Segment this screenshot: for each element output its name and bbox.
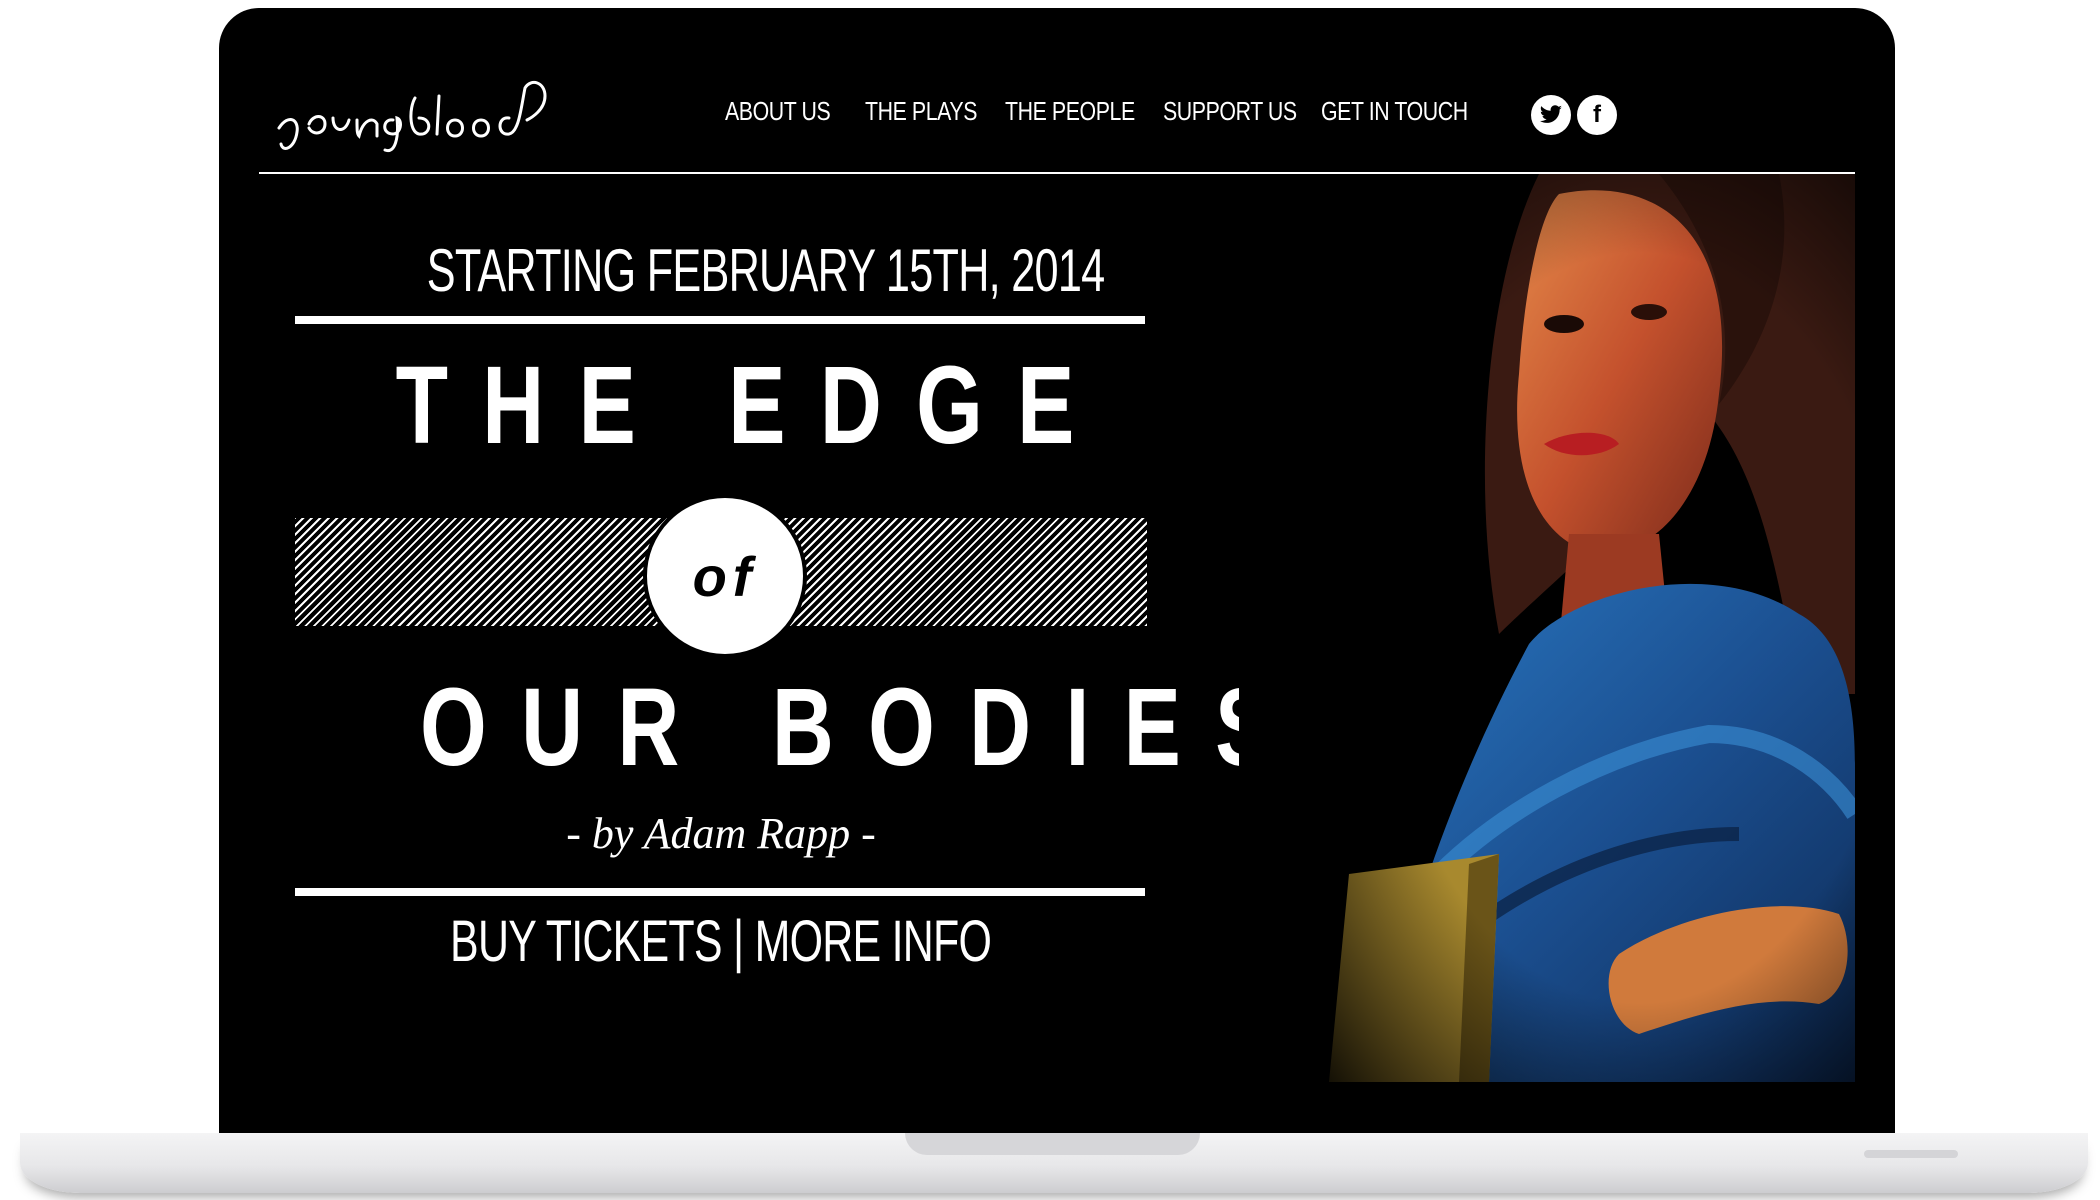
buy-tickets-link[interactable]: BUY TICKETS <box>450 909 722 974</box>
top-rule <box>295 316 1145 324</box>
woman-portrait-image <box>1239 174 1855 1082</box>
twitter-icon <box>1539 105 1562 123</box>
play-title-line1: THE EDGE <box>395 344 1109 467</box>
nav-item-support-us[interactable]: SUPPORT US <box>1163 96 1297 127</box>
nav-item-about-us[interactable]: ABOUT US <box>725 96 831 127</box>
laptop-notch <box>905 1133 1200 1155</box>
of-label: of <box>692 544 758 608</box>
play-title-line2: OUR BODIES <box>420 666 1307 789</box>
of-badge: of <box>643 494 807 658</box>
browser-screen: ABOUT US THE PLAYS THE PEOPLE SUPPORT US… <box>219 8 1895 1136</box>
cta-links: BUY TICKETS | MORE INFO <box>295 908 1147 975</box>
bottom-rule <box>295 888 1145 896</box>
nav-item-the-people[interactable]: THE PEOPLE <box>1005 96 1135 127</box>
start-date: STARTING FEBRUARY 15TH, 2014 <box>426 237 1105 304</box>
laptop-vent <box>1864 1150 1958 1158</box>
cta-separator: | <box>733 909 744 974</box>
nav-item-get-in-touch[interactable]: GET IN TOUCH <box>1321 96 1468 127</box>
main-nav: ABOUT US THE PLAYS THE PEOPLE SUPPORT US… <box>219 96 1895 136</box>
hero-painting <box>1239 174 1855 1082</box>
more-info-link[interactable]: MORE INFO <box>755 909 992 974</box>
twitter-button[interactable] <box>1531 95 1571 135</box>
author-byline: - by Adam Rapp - <box>566 809 876 858</box>
facebook-icon: f <box>1593 101 1601 128</box>
nav-item-the-plays[interactable]: THE PLAYS <box>865 96 977 127</box>
facebook-button[interactable]: f <box>1577 95 1617 135</box>
